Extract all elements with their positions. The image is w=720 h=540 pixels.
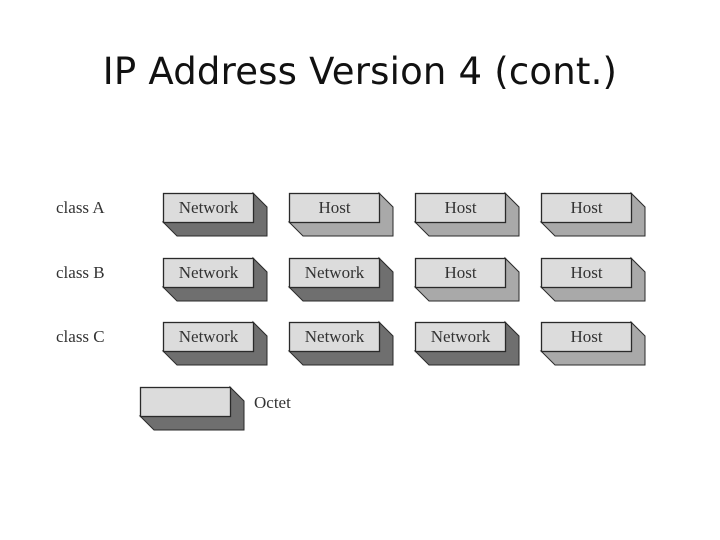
octet-host-block: Host <box>539 191 647 237</box>
octet-label: Host <box>570 327 603 346</box>
class-label: class C <box>56 327 105 346</box>
octet-network-block: Network <box>161 320 269 366</box>
octet-block-face <box>139 386 232 418</box>
octet-host-block: Host <box>539 320 647 366</box>
octet-host-block: Host <box>539 256 647 302</box>
octet-network-block: Network <box>287 320 395 366</box>
octet-label: Network <box>304 263 365 282</box>
octet-label: Network <box>178 263 239 282</box>
octet-network-block: Network <box>413 320 521 366</box>
octet-label: Host <box>444 263 477 282</box>
octet-label: Network <box>430 327 491 346</box>
class-label: class B <box>56 263 105 282</box>
octet-label: Host <box>444 198 477 217</box>
octet-network-block: Network <box>161 256 269 302</box>
class-label: class A <box>56 198 105 217</box>
octet-label: Network <box>304 327 365 346</box>
octet-label: Host <box>570 263 603 282</box>
octet-host-block: Host <box>413 256 521 302</box>
octet-label: Network <box>178 198 239 217</box>
legend-octet-block <box>138 385 246 431</box>
octet-network-block: Network <box>161 191 269 237</box>
octet-host-block: Host <box>413 191 521 237</box>
octet-host-block: Host <box>287 191 395 237</box>
octet-label: Network <box>178 327 239 346</box>
octet-block-shape <box>138 385 245 431</box>
octet-network-block: Network <box>287 256 395 302</box>
octet-label: Host <box>318 198 351 217</box>
octet-label: Host <box>570 198 603 217</box>
slide-title: IP Address Version 4 (cont.) <box>102 50 618 93</box>
legend-label: Octet <box>254 393 291 412</box>
